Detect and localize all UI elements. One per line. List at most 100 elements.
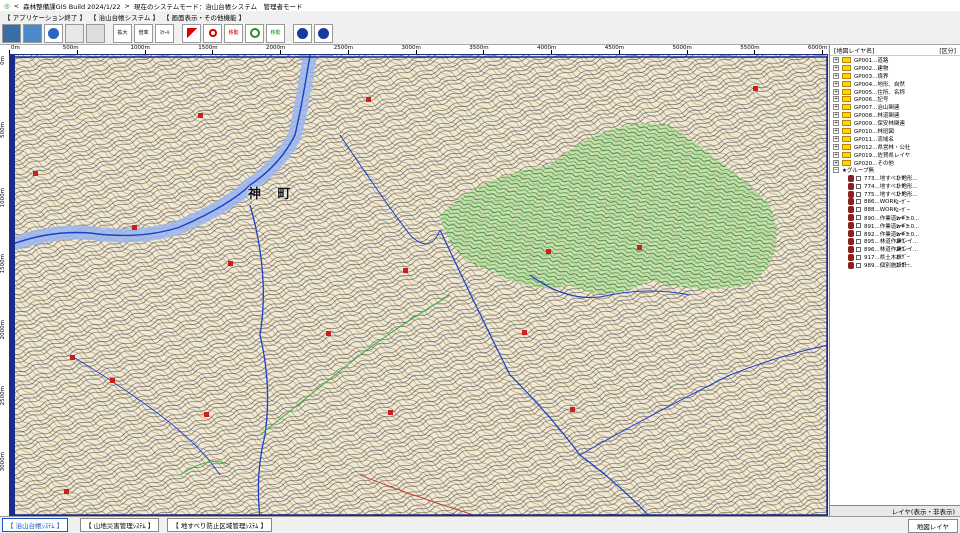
print-icon[interactable] — [65, 23, 84, 43]
map-canvas[interactable]: 神 町 — [9, 54, 828, 516]
map-marker-icon[interactable] — [228, 261, 233, 266]
map-marker-icon[interactable] — [522, 330, 527, 335]
tab-map-layer[interactable]: 地図レイヤ — [907, 519, 958, 533]
expand-icon[interactable]: + — [833, 80, 839, 87]
layer-checkbox[interactable] — [856, 215, 861, 221]
scale-button[interactable]: ｽｹｰﾙ — [155, 23, 174, 43]
ruler-label: 1000m — [0, 188, 6, 208]
layer-item[interactable]: 775...地すべり地形... ﾕｰｻﾞｰ — [830, 190, 960, 198]
map-marker-icon[interactable] — [570, 407, 575, 412]
layer-checkbox[interactable] — [856, 199, 861, 205]
layer-checkbox[interactable] — [856, 223, 861, 229]
map-marker-icon[interactable] — [204, 412, 209, 417]
layer-group-item[interactable]: + GP020...その他 — [830, 159, 960, 167]
layer-item[interactable]: 917...県土木株 ﾕｰｻﾞｰ — [830, 253, 960, 261]
layer-group-item[interactable]: + GP007...治山関連 — [830, 103, 960, 111]
layer-group-item[interactable]: + GP019...佐賀県レイヤ — [830, 151, 960, 159]
map-marker-icon[interactable] — [637, 245, 642, 250]
layer-group-item[interactable]: + GP012...県営林・公社 — [830, 143, 960, 151]
layer-item[interactable]: 895...林道作業レイ... ﾕｰｻﾞｰ — [830, 237, 960, 245]
info-icon[interactable] — [314, 23, 333, 43]
menu-item-chisan[interactable]: 【 治山台帳システム 】 — [90, 12, 159, 22]
help-icon[interactable] — [293, 23, 312, 43]
map-marker-icon[interactable] — [326, 331, 331, 336]
layer-group-header[interactable]: − ★グループ無 — [830, 166, 960, 174]
layer-group-item[interactable]: + GP004...地形、自然 — [830, 80, 960, 88]
expand-icon[interactable]: + — [833, 96, 839, 103]
layer-item[interactable]: 892...作業道w=3.0... ﾕｰｻﾞｰ — [830, 230, 960, 238]
layer-group-item[interactable]: + GP009...保安林関連 — [830, 119, 960, 127]
menu-item-exit[interactable]: 【 アプリケーション終了 】 — [4, 12, 86, 22]
layer-group-item[interactable]: + GP001...道路 — [830, 56, 960, 64]
expand-icon[interactable]: + — [833, 135, 839, 142]
tab-landslide-system[interactable]: 【 地すべり防止区域管理ｼｽﾃﾑ 】 — [167, 518, 272, 532]
expand-icon[interactable]: + — [833, 112, 839, 119]
collapse-icon[interactable]: − — [833, 167, 839, 174]
route-icon[interactable] — [245, 23, 264, 43]
map-marker-icon[interactable] — [388, 410, 393, 415]
zoom-in-button[interactable]: 拡大 — [113, 23, 132, 43]
map-marker-icon[interactable] — [366, 97, 371, 102]
expand-icon[interactable]: + — [833, 127, 839, 134]
expand-icon[interactable]: + — [833, 159, 839, 166]
layer-group-item[interactable]: + GP005...住所、名称 — [830, 88, 960, 96]
layer-checkbox[interactable] — [856, 175, 861, 181]
layer-item[interactable]: 891...作業道w=3.0... ﾕｰｻﾞｰ — [830, 222, 960, 230]
layer-icon — [848, 245, 854, 253]
layer-checkbox[interactable] — [856, 246, 861, 252]
move-button[interactable]: 移動 — [266, 23, 285, 43]
layer-item[interactable]: 774...地すべり地形... ﾕｰｻﾞｰ — [830, 182, 960, 190]
map-marker-icon[interactable] — [70, 355, 75, 360]
satellite-view-icon[interactable] — [23, 23, 42, 43]
expand-icon[interactable]: + — [833, 56, 839, 63]
layer-group-item[interactable]: + GP010...林班図 — [830, 127, 960, 135]
scale-rate-button[interactable]: 倍率 — [134, 23, 153, 43]
pin-move-button[interactable]: 移動 — [224, 23, 243, 43]
flag-icon[interactable] — [182, 23, 201, 43]
layer-checkbox[interactable] — [856, 238, 861, 244]
layer-group-item[interactable]: + GP003...境界 — [830, 72, 960, 80]
expand-icon[interactable]: + — [833, 143, 839, 150]
search-icon[interactable] — [203, 23, 222, 43]
menu-item-display[interactable]: 【 画面表示・その他機能 】 — [163, 12, 245, 22]
layer-item[interactable]: 890...作業道w=3.0... ﾕｰｻﾞｰ — [830, 214, 960, 222]
layer-checkbox[interactable] — [856, 254, 861, 260]
expand-icon[interactable]: + — [833, 88, 839, 95]
expand-icon[interactable]: + — [833, 72, 839, 79]
map-marker-icon[interactable] — [132, 225, 137, 230]
layer-item[interactable]: 896...林道作業レイ... ﾕｰｻﾞｰ — [830, 245, 960, 253]
map-marker-icon[interactable] — [198, 113, 203, 118]
expand-icon[interactable]: + — [833, 64, 839, 71]
map-marker-icon[interactable] — [546, 249, 551, 254]
layer-item[interactable]: 886...WORK ﾕｰｻﾞｰ — [830, 198, 960, 206]
arrow-icon: < — [13, 1, 20, 10]
map-marker-icon[interactable] — [64, 489, 69, 494]
layer-icon — [848, 222, 854, 230]
expand-icon[interactable]: + — [833, 120, 839, 127]
layers-icon[interactable] — [86, 23, 105, 43]
topographic-map[interactable] — [10, 55, 828, 516]
map-marker-icon[interactable] — [110, 378, 115, 383]
tab-disaster-system[interactable]: 【 山地災害管理ｼｽﾃﾑ 】 — [80, 518, 160, 532]
layer-item[interactable]: 888...WORK ﾕｰｻﾞｰ — [830, 206, 960, 214]
layer-checkbox[interactable] — [856, 183, 861, 189]
expand-icon[interactable]: + — [833, 151, 839, 158]
map-marker-icon[interactable] — [403, 268, 408, 273]
map-view-icon[interactable] — [2, 23, 21, 43]
layer-checkbox[interactable] — [856, 231, 861, 237]
layer-item[interactable]: 773...地すべり地形... ﾕｰｻﾞｰ — [830, 174, 960, 182]
layer-group-item[interactable]: + GP008...林道関連 — [830, 111, 960, 119]
layer-group-item[interactable]: + GP011...流域名 — [830, 135, 960, 143]
expand-icon[interactable]: + — [833, 104, 839, 111]
layer-checkbox[interactable] — [856, 191, 861, 197]
map-marker-icon[interactable] — [753, 86, 758, 91]
layer-checkbox[interactable] — [856, 207, 861, 213]
layer-group-item[interactable]: + GP002...建物 — [830, 64, 960, 72]
layer-checkbox[interactable] — [856, 262, 861, 268]
layer-group-item[interactable]: + GP006...記号 — [830, 95, 960, 103]
globe-icon[interactable] — [44, 23, 63, 43]
tab-chisan-system[interactable]: 【 治山台帳ｼｽﾃﾑ 】 — [2, 518, 69, 532]
layer-toggle-bar[interactable]: レイヤ(表示・非表示) — [830, 505, 960, 516]
layer-item[interactable]: 989...個別施設計... ﾕｰｻﾞｰ — [830, 261, 960, 269]
map-marker-icon[interactable] — [33, 171, 38, 176]
